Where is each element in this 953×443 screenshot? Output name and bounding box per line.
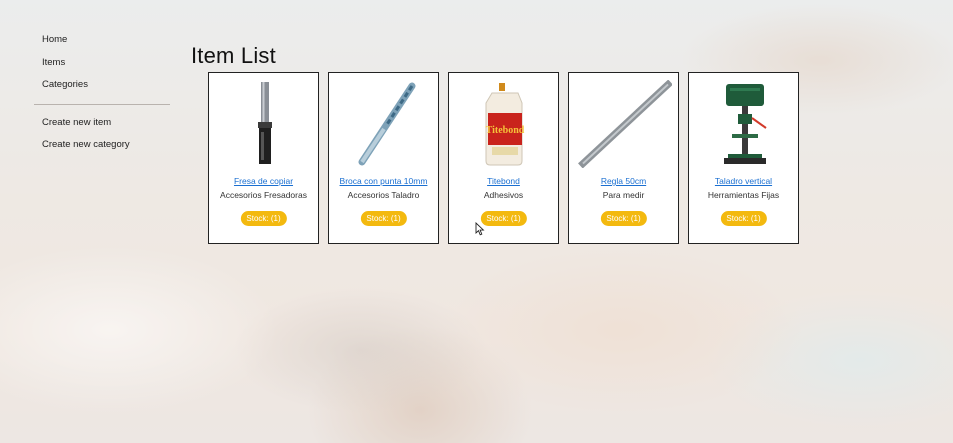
main-content: Item List: [190, 40, 276, 69]
mouse-cursor-icon: [475, 221, 485, 241]
stock-badge: Stock: (1): [600, 211, 647, 226]
sidebar-item-items[interactable]: Items: [34, 53, 170, 76]
sidebar-item-home[interactable]: Home: [34, 30, 170, 53]
svg-text:Titebond: Titebond: [485, 125, 524, 136]
stock-badge: Stock: (1): [360, 211, 407, 226]
item-card: Titebond Titebond Adhesivos Stock: (1): [448, 72, 559, 244]
router-bit-icon[interactable]: [217, 79, 312, 169]
sidebar: Home Items Categories Create new item Cr…: [34, 30, 170, 158]
stock-badge: Stock: (1): [240, 211, 287, 226]
item-card: Taladro vertical Herramientas Fijas Stoc…: [688, 72, 799, 244]
item-link[interactable]: Fresa de copiar: [209, 176, 318, 186]
sidebar-item-create-category[interactable]: Create new category: [34, 135, 170, 158]
drill-press-icon[interactable]: [697, 79, 792, 169]
item-card: Regla 50cm Para medir Stock: (1): [568, 72, 679, 244]
item-card: Broca con punta 10mm Accesorios Taladro …: [328, 72, 439, 244]
drill-bit-icon[interactable]: [337, 79, 432, 169]
item-link[interactable]: Broca con punta 10mm: [329, 176, 438, 186]
page-title: Item List: [191, 43, 276, 68]
stock-badge: Stock: (1): [480, 211, 527, 226]
item-card-list: Fresa de copiar Accesorios Fresadoras St…: [208, 72, 799, 244]
sidebar-item-categories[interactable]: Categories: [34, 75, 170, 98]
glue-bottle-icon[interactable]: Titebond: [457, 79, 552, 169]
sidebar-item-create-item[interactable]: Create new item: [34, 113, 170, 136]
ruler-icon[interactable]: [577, 79, 672, 169]
item-category: Accesorios Taladro: [347, 190, 420, 200]
item-category: Adhesivos: [483, 190, 524, 200]
sidebar-divider: [34, 103, 170, 105]
item-link[interactable]: Regla 50cm: [569, 176, 678, 186]
item-category: Accesorios Fresadoras: [220, 190, 307, 200]
stock-badge: Stock: (1): [720, 211, 767, 226]
item-link[interactable]: Titebond: [449, 176, 558, 186]
item-link[interactable]: Taladro vertical: [689, 176, 798, 186]
item-category: Para medir: [602, 190, 645, 200]
item-category: Herramientas Fijas: [707, 190, 780, 200]
item-card: Fresa de copiar Accesorios Fresadoras St…: [208, 72, 319, 244]
